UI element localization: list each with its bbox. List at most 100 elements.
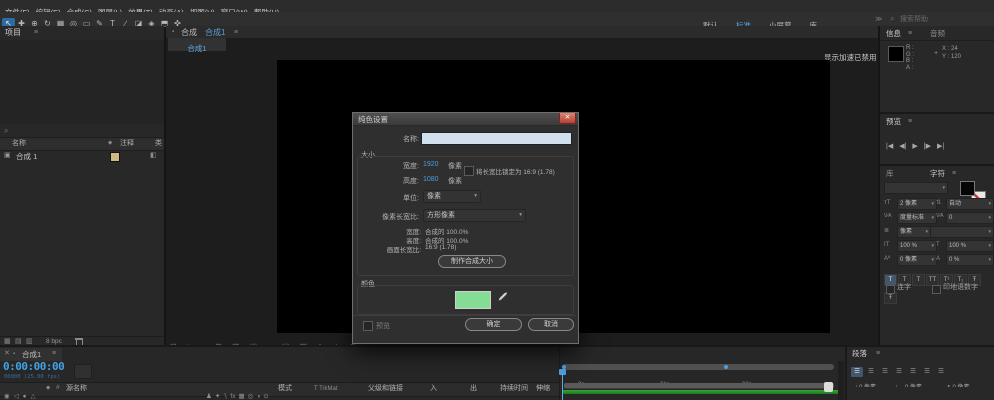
width-value[interactable]: 1920 [423, 161, 439, 168]
indent-field[interactable]: |←0 像素 [896, 376, 942, 387]
new-folder-icon[interactable]: ▤ [15, 338, 22, 345]
indent-field[interactable]: →¶0 像素 [942, 376, 988, 387]
info-panel-tab[interactable]: 信息 [886, 29, 901, 38]
cancel-button[interactable]: 取消 [528, 318, 574, 331]
audio-switch-icon[interactable]: ◁ [14, 392, 19, 400]
ok-button[interactable]: 确定 [465, 318, 522, 331]
font-family-dropdown[interactable]: ▾ [884, 182, 948, 194]
label-column-icon[interactable]: ◆ [46, 385, 50, 392]
solo-switch-icon[interactable]: ● [23, 393, 27, 400]
shy-switch-icon[interactable]: ♟ [206, 392, 212, 400]
tracking-field[interactable]: 0 ▾ [946, 212, 994, 224]
paragraph-panel-tab[interactable]: 段落 [852, 349, 867, 358]
project-col-type[interactable]: 类 [155, 140, 162, 148]
duration-column[interactable]: 持续时间 [500, 385, 528, 393]
indent-field[interactable]: →|0 像素 [850, 376, 896, 387]
project-col-comment[interactable]: 注释 [120, 140, 134, 148]
libraries-panel-tab[interactable]: 库 [886, 169, 894, 178]
label-color-column-icon[interactable]: ◆ [108, 140, 112, 147]
baseline-shift-field[interactable]: 0 像素 ▾ [897, 254, 937, 266]
stroke-style-dropdown[interactable]: ▾ [930, 226, 994, 238]
interpret-footage-icon[interactable]: ▦ [4, 338, 11, 345]
units-dropdown[interactable]: 像素 ▾ [423, 190, 481, 203]
font-size-field[interactable]: 2 像素 ▾ [897, 198, 937, 210]
timeline-panel-menu-icon[interactable]: ≡ [52, 350, 56, 357]
pixel-aspect-dropdown[interactable]: 方形像素 ▾ [423, 209, 526, 222]
project-panel-menu-icon[interactable]: ≡ [34, 29, 38, 36]
first-frame-button[interactable]: |◀ [886, 142, 893, 150]
label-color-chip[interactable] [110, 152, 120, 162]
leading-field[interactable]: 自动 ▾ [946, 198, 994, 210]
comp-mini-flowchart-button[interactable] [74, 364, 92, 379]
navigator-end-handle[interactable] [724, 365, 728, 369]
project-col-name[interactable]: 名称 [12, 140, 26, 148]
ligatures-checkbox[interactable] [886, 285, 895, 294]
name-input[interactable] [421, 132, 572, 145]
motion-blur-switch-icon[interactable]: ◎ [248, 392, 254, 400]
timeline-tab-close-icon[interactable]: ✕ [4, 350, 10, 357]
quality-switch-icon[interactable]: ∖ [223, 392, 227, 400]
indent-field[interactable]: ↥≡0 像素 [896, 394, 942, 400]
trkmat-column[interactable]: T TrkMat [314, 386, 338, 393]
stretch-column[interactable]: 伸缩 [536, 385, 550, 393]
comp-marker-bin-icon[interactable] [824, 381, 833, 392]
search-icon[interactable]: ⌕ [890, 15, 894, 23]
new-composition-icon[interactable]: ▥ [26, 338, 33, 345]
paragraph-panel-menu-icon[interactable]: ≡ [876, 350, 880, 357]
frame-blend-switch-icon[interactable]: ▦ [238, 392, 244, 400]
stroke-width-field[interactable]: 像素 ▾ [897, 226, 931, 238]
timeline-tab-label[interactable]: 合成1 [22, 350, 41, 359]
lock-aspect-checkbox[interactable] [464, 166, 474, 176]
composition-panel-menu-icon[interactable]: ≡ [234, 29, 238, 36]
last-frame-button[interactable]: ▶| [937, 142, 944, 150]
play-button[interactable]: ▶ [912, 142, 917, 150]
video-switch-icon[interactable]: ◉ [4, 392, 10, 400]
all-caps-button[interactable]: T [912, 274, 925, 286]
kerning-field[interactable]: 度量标准 ▾ [897, 212, 937, 224]
vertical-scale-field[interactable]: 100 % ▾ [897, 240, 937, 252]
preview-panel-tab[interactable]: 预览 [886, 117, 901, 126]
current-time-display[interactable]: 0:00:00:00 [3, 360, 65, 373]
time-navigator-bar[interactable] [562, 364, 834, 370]
mode-column[interactable]: 模式 [278, 385, 292, 393]
out-column[interactable]: 出 [470, 385, 477, 393]
preview-panel-menu-icon[interactable]: ≡ [908, 118, 912, 125]
project-search-icon[interactable]: ⌕ [4, 127, 8, 135]
project-item-name[interactable]: 合成 1 [16, 152, 37, 161]
hindi-digits-checkbox[interactable] [932, 285, 941, 294]
fill-color-swatch[interactable] [960, 181, 975, 196]
workspace-overflow-icon[interactable]: ≫ [875, 16, 882, 23]
active-comp-name[interactable]: 合成1 [205, 28, 225, 38]
indent-field[interactable]: ↧≡0 像素 [942, 394, 988, 400]
previous-frame-button[interactable]: ◀| [899, 142, 906, 150]
info-panel-menu-icon[interactable]: ≡ [908, 30, 912, 37]
next-frame-button[interactable]: |▶ [924, 142, 931, 150]
effects-switch-icon[interactable]: fx [230, 393, 235, 400]
3d-layer-switch-icon[interactable]: ⊙ [263, 392, 268, 400]
lock-switch-icon[interactable]: △ [31, 392, 36, 400]
search-help-label[interactable]: 搜索帮助 [900, 16, 928, 24]
tsume-field[interactable]: 0 % ▾ [946, 254, 994, 266]
indent-field[interactable]: ¶←0 像素 [850, 394, 896, 400]
project-panel-tab[interactable]: 项目 [5, 28, 21, 38]
make-comp-size-button[interactable]: 制作合成大小 [438, 255, 506, 268]
eyedropper-icon[interactable] [496, 290, 508, 304]
audio-panel-tab[interactable]: 音频 [930, 29, 945, 38]
collapse-switch-icon[interactable]: ✦ [215, 392, 220, 400]
horizontal-scale-field[interactable]: 100 % ▾ [946, 240, 994, 252]
preview-checkbox[interactable] [363, 321, 373, 331]
dialog-close-button[interactable]: ✕ [559, 113, 576, 124]
solid-color-swatch[interactable] [455, 291, 491, 309]
layer-number-column-icon[interactable]: # [56, 384, 60, 392]
source-name-column[interactable]: 源名称 [66, 385, 87, 393]
adjustment-layer-switch-icon[interactable]: ◑ [256, 393, 260, 400]
work-area-bar[interactable] [564, 383, 834, 389]
composition-panel-label[interactable]: 合成 [181, 28, 197, 38]
comp-viewer-tab[interactable]: 合成1 [168, 38, 226, 53]
playhead-line[interactable] [562, 374, 563, 400]
timeline-scrollbar[interactable] [838, 361, 844, 400]
height-value[interactable]: 1080 [423, 176, 439, 183]
parent-link-column[interactable]: 父级和链接 [368, 385, 403, 393]
in-column[interactable]: 入 [430, 385, 437, 393]
character-panel-tab[interactable]: 字符 [930, 169, 945, 178]
